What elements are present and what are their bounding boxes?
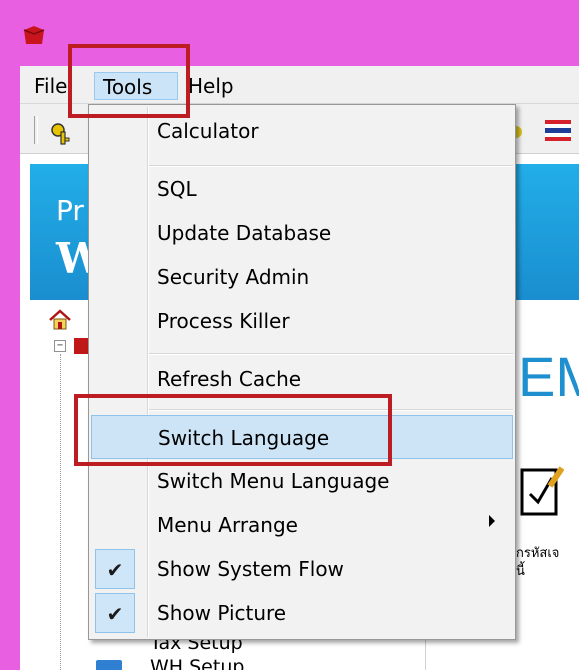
menu-separator	[149, 353, 513, 355]
menu-item-label: Process Killer	[157, 309, 290, 333]
menu-item-calculator[interactable]: Calculator	[91, 109, 513, 153]
menu-item-label: Refresh Cache	[157, 367, 302, 391]
app-window: File Tools Help Pr W EM − กรหัสเจ นี้ Ta…	[0, 0, 579, 670]
menu-tools[interactable]: Tools	[94, 72, 178, 100]
menu-item-label: Security Admin	[157, 265, 310, 289]
menu-item-label: Show Picture	[157, 601, 287, 625]
menu-help[interactable]: Help	[184, 72, 238, 100]
menu-item-label: SQL	[157, 177, 197, 201]
menu-item-label: Show System Flow	[157, 557, 344, 581]
banner-text-top: Pr	[56, 194, 84, 227]
tree-expander[interactable]: −	[54, 340, 66, 352]
menu-item-sql[interactable]: SQL	[91, 167, 513, 211]
menu-item-refresh-cache[interactable]: Refresh Cache	[91, 357, 513, 401]
chevron-right-icon	[489, 515, 495, 527]
content-caption-line2: นี้	[516, 564, 525, 579]
menu-item-label: Calculator	[157, 119, 259, 143]
folder-icon[interactable]	[96, 660, 122, 670]
home-icon[interactable]	[48, 308, 72, 332]
menu-item-security-admin[interactable]: Security Admin	[91, 255, 513, 299]
menu-item-label: Switch Language	[158, 426, 330, 450]
tree-connector	[60, 354, 61, 670]
menu-item-switch-language[interactable]: Switch Language	[91, 415, 513, 459]
check-icon: ✔	[95, 549, 135, 589]
title-bar	[0, 0, 579, 66]
content-heading: EM	[518, 345, 579, 408]
toolbar-grip[interactable]	[34, 116, 38, 144]
menu-file[interactable]: File	[30, 72, 71, 100]
tree-item-wh-setup[interactable]: WH Setup	[150, 656, 244, 670]
menu-item-label: Switch Menu Language	[157, 469, 390, 493]
language-flag-icon[interactable]	[545, 118, 571, 142]
menu-item-update-database[interactable]: Update Database	[91, 211, 513, 255]
check-icon: ✔	[95, 593, 135, 633]
menu-item-show-system-flow[interactable]: ✔ Show System Flow	[91, 547, 513, 591]
menu-item-label: Menu Arrange	[157, 513, 298, 537]
tools-dropdown-menu: Calculator SQL Update Database Security …	[88, 104, 516, 640]
menu-item-label: Update Database	[157, 221, 332, 245]
menu-item-menu-arrange[interactable]: Menu Arrange	[91, 503, 513, 547]
menu-item-show-picture[interactable]: ✔ Show Picture	[91, 591, 513, 635]
app-icon	[23, 26, 45, 44]
menu-item-switch-menu-language[interactable]: Switch Menu Language	[91, 459, 513, 503]
menu-separator	[149, 409, 513, 411]
edit-document-icon[interactable]	[520, 464, 564, 518]
key-icon[interactable]	[50, 122, 74, 146]
menu-item-process-killer[interactable]: Process Killer	[91, 299, 513, 343]
menu-bar: File Tools Help	[20, 66, 579, 104]
